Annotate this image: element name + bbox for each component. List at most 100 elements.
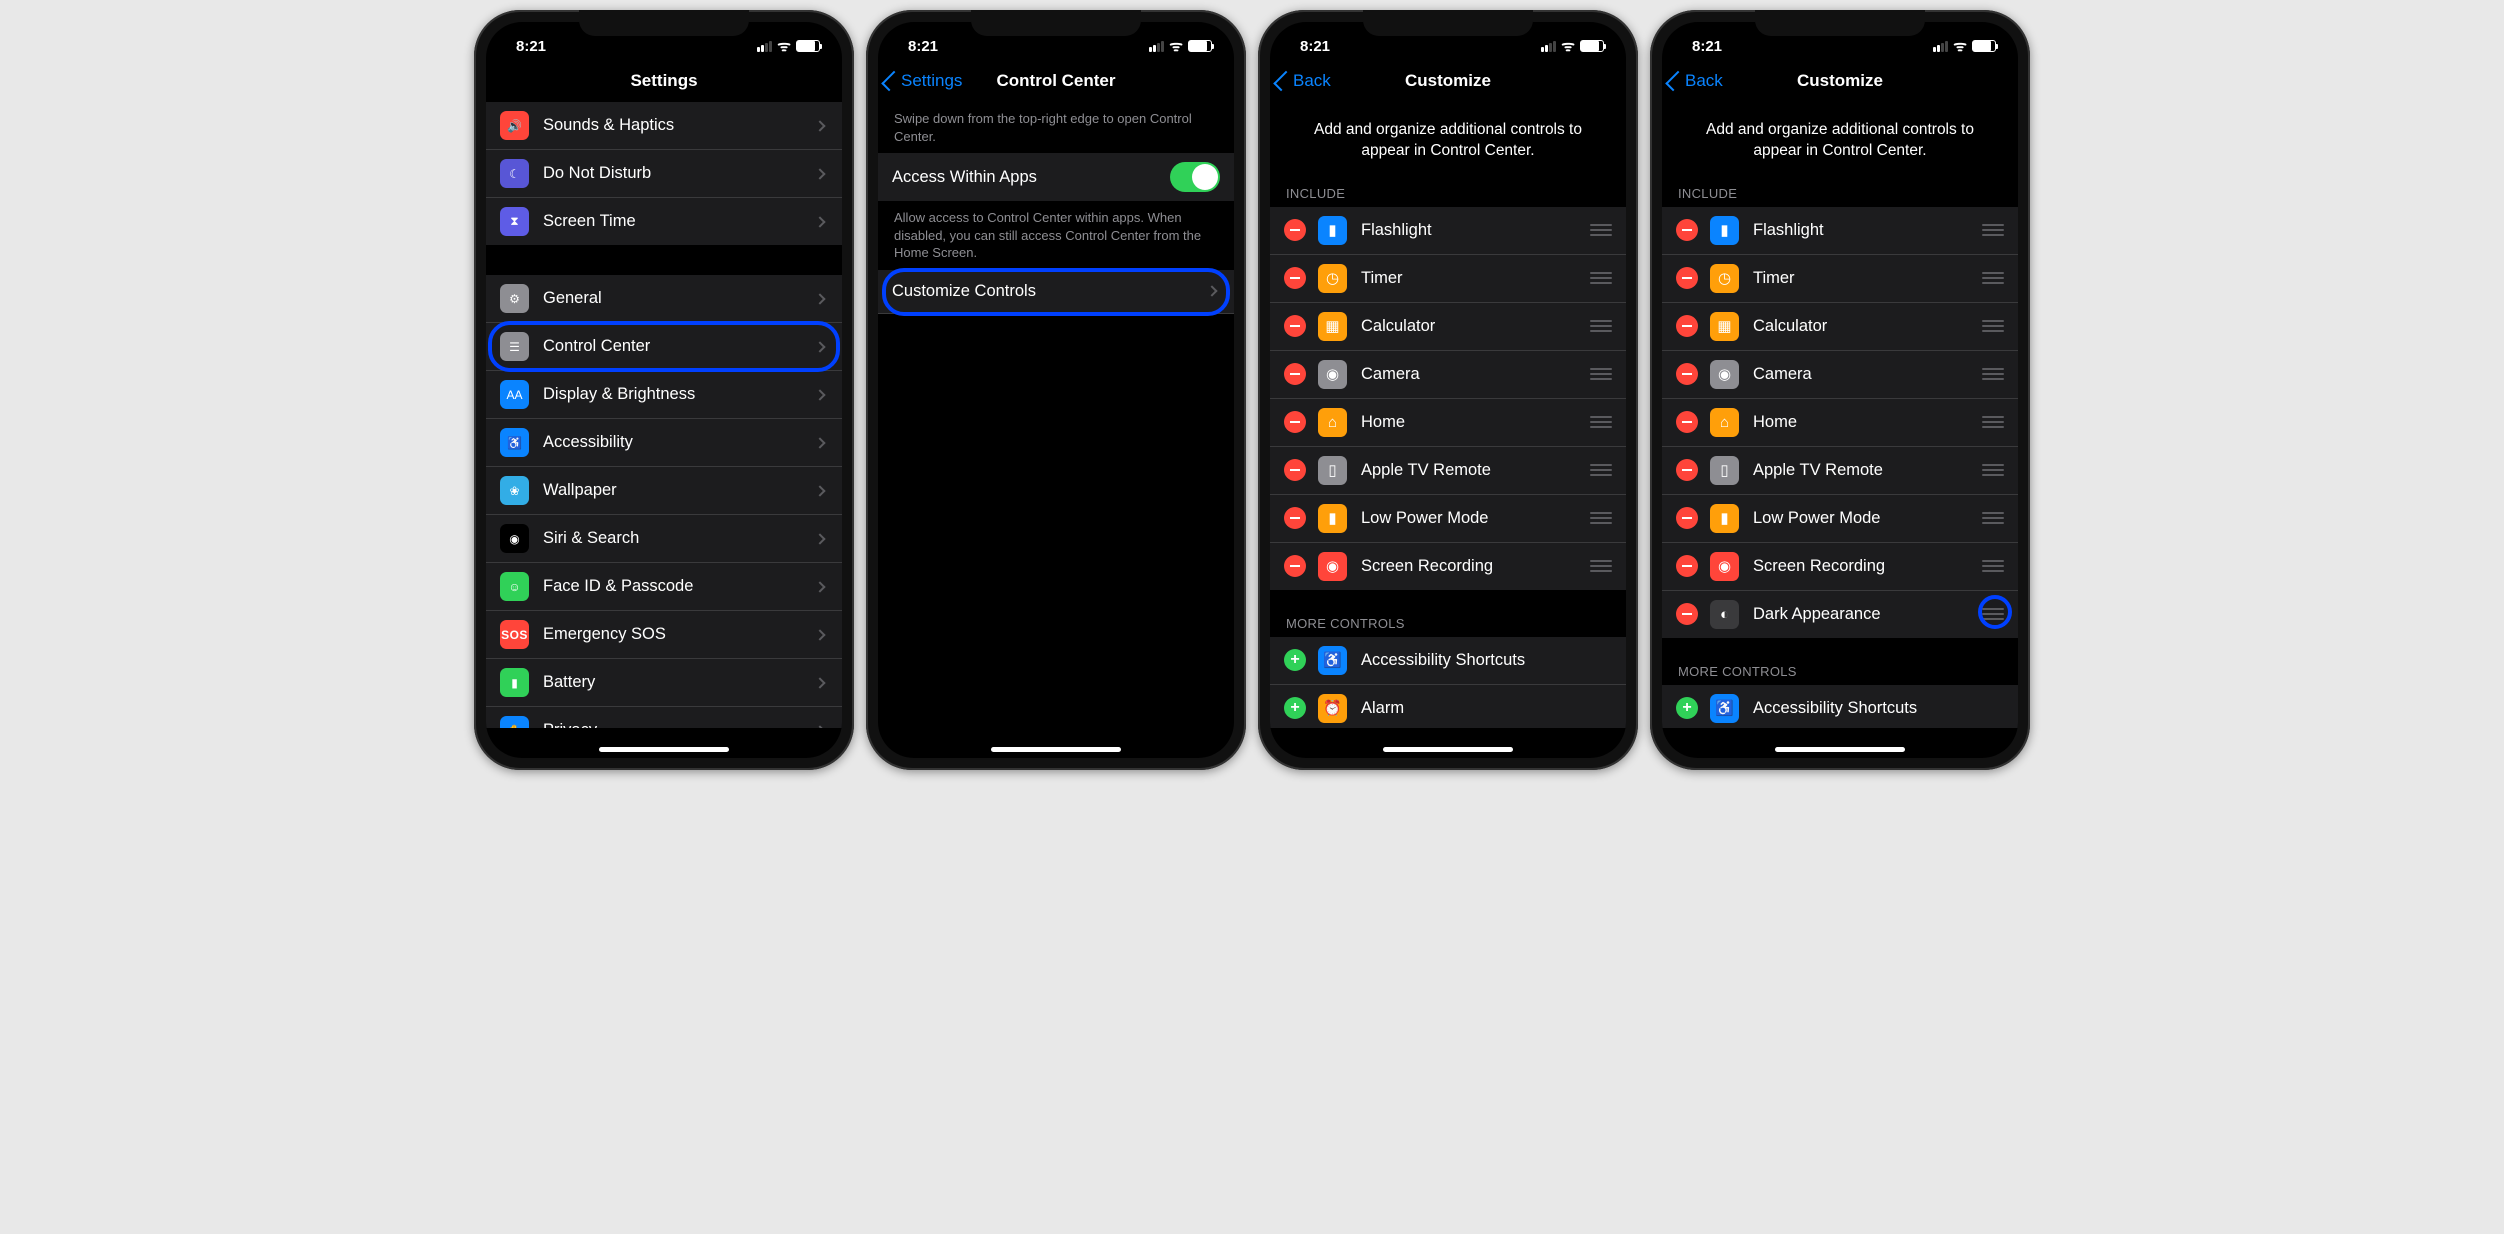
settings-row[interactable]: ☰ Control Center bbox=[486, 323, 842, 371]
include-row[interactable]: ▮ Flashlight bbox=[1270, 207, 1626, 255]
settings-row[interactable]: ◉ Siri & Search bbox=[486, 515, 842, 563]
access-within-apps-row[interactable]: Access Within Apps bbox=[878, 153, 1234, 201]
page-title: Control Center bbox=[997, 71, 1116, 91]
row-label: Low Power Mode bbox=[1361, 509, 1582, 528]
drag-handle-icon[interactable] bbox=[1982, 512, 2004, 524]
control-center-content[interactable]: Swipe down from the top-right edge to op… bbox=[878, 102, 1234, 728]
drag-handle-icon[interactable] bbox=[1982, 608, 2004, 620]
drag-handle-icon[interactable] bbox=[1982, 272, 2004, 284]
settings-row[interactable]: ❀ Wallpaper bbox=[486, 467, 842, 515]
customize-content[interactable]: Add and organize additional controls to … bbox=[1270, 102, 1626, 728]
include-row[interactable]: ▦ Calculator bbox=[1662, 303, 2018, 351]
nav-bar: Back Customize bbox=[1662, 62, 2018, 102]
drag-handle-icon[interactable] bbox=[1590, 320, 1612, 332]
include-row[interactable]: ⌂ Home bbox=[1270, 399, 1626, 447]
drag-handle-icon[interactable] bbox=[1982, 224, 2004, 236]
add-button[interactable] bbox=[1284, 697, 1306, 719]
remove-button[interactable] bbox=[1676, 507, 1698, 529]
settings-row[interactable]: ✋ Privacy bbox=[486, 707, 842, 728]
toggle-on[interactable] bbox=[1170, 162, 1220, 192]
row-label: Display & Brightness bbox=[543, 385, 816, 404]
row-label: Accessibility Shortcuts bbox=[1753, 699, 2004, 718]
signal-icon bbox=[757, 41, 772, 52]
remove-button[interactable] bbox=[1676, 603, 1698, 625]
include-row[interactable]: ▯ Apple TV Remote bbox=[1270, 447, 1626, 495]
nav-bar: Settings Control Center bbox=[878, 62, 1234, 102]
remove-button[interactable] bbox=[1676, 459, 1698, 481]
back-button[interactable]: Back bbox=[1670, 71, 1723, 91]
remove-button[interactable] bbox=[1676, 219, 1698, 241]
home-indicator[interactable] bbox=[599, 747, 729, 752]
include-row[interactable]: ◉ Screen Recording bbox=[1662, 543, 2018, 591]
include-row[interactable]: ◉ Camera bbox=[1270, 351, 1626, 399]
row-label: Control Center bbox=[543, 337, 816, 356]
settings-row[interactable]: 🔊 Sounds & Haptics bbox=[486, 102, 842, 150]
add-button[interactable] bbox=[1676, 697, 1698, 719]
home-indicator[interactable] bbox=[1383, 747, 1513, 752]
remove-button[interactable] bbox=[1284, 315, 1306, 337]
timer-icon: ◷ bbox=[1710, 264, 1739, 293]
remove-button[interactable] bbox=[1284, 459, 1306, 481]
customize-content[interactable]: Add and organize additional controls to … bbox=[1662, 102, 2018, 728]
settings-row[interactable]: ▮ Battery bbox=[486, 659, 842, 707]
include-row[interactable]: ◷ Timer bbox=[1270, 255, 1626, 303]
remove-button[interactable] bbox=[1284, 267, 1306, 289]
drag-handle-icon[interactable] bbox=[1590, 512, 1612, 524]
remove-button[interactable] bbox=[1676, 267, 1698, 289]
settings-row[interactable]: AA Display & Brightness bbox=[486, 371, 842, 419]
drag-handle-icon[interactable] bbox=[1982, 464, 2004, 476]
include-row[interactable]: ▮ Low Power Mode bbox=[1270, 495, 1626, 543]
settings-content[interactable]: 🔊 Sounds & Haptics ☾ Do Not Disturb ⧗ Sc… bbox=[486, 102, 842, 728]
drag-handle-icon[interactable] bbox=[1982, 560, 2004, 572]
back-button[interactable]: Back bbox=[1278, 71, 1331, 91]
settings-row[interactable]: ⧗ Screen Time bbox=[486, 198, 842, 245]
drag-handle-icon[interactable] bbox=[1590, 560, 1612, 572]
include-row[interactable]: ▮ Low Power Mode bbox=[1662, 495, 2018, 543]
remove-button[interactable] bbox=[1284, 411, 1306, 433]
remove-button[interactable] bbox=[1676, 315, 1698, 337]
settings-row[interactable]: ☾ Do Not Disturb bbox=[486, 150, 842, 198]
home-indicator[interactable] bbox=[1775, 747, 1905, 752]
drag-handle-icon[interactable] bbox=[1982, 416, 2004, 428]
home-indicator[interactable] bbox=[991, 747, 1121, 752]
intro-text: Add and organize additional controls to … bbox=[1662, 102, 2018, 180]
drag-handle-icon[interactable] bbox=[1590, 464, 1612, 476]
include-row[interactable]: ◷ Timer bbox=[1662, 255, 2018, 303]
remove-button[interactable] bbox=[1284, 555, 1306, 577]
row-label: Timer bbox=[1753, 269, 1974, 288]
remove-button[interactable] bbox=[1284, 363, 1306, 385]
more-row[interactable]: ⏰ Alarm bbox=[1270, 685, 1626, 728]
settings-row[interactable]: ⚙ General bbox=[486, 275, 842, 323]
remove-button[interactable] bbox=[1676, 411, 1698, 433]
drag-handle-icon[interactable] bbox=[1590, 272, 1612, 284]
include-row[interactable]: ◉ Screen Recording bbox=[1270, 543, 1626, 590]
drag-handle-icon[interactable] bbox=[1590, 368, 1612, 380]
more-row[interactable]: ♿ Accessibility Shortcuts bbox=[1270, 637, 1626, 685]
include-row[interactable]: ⌂ Home bbox=[1662, 399, 2018, 447]
include-row[interactable]: ◐ Dark Appearance bbox=[1662, 591, 2018, 638]
remove-button[interactable] bbox=[1284, 219, 1306, 241]
remove-button[interactable] bbox=[1284, 507, 1306, 529]
add-button[interactable] bbox=[1284, 649, 1306, 671]
row-label: Timer bbox=[1361, 269, 1582, 288]
back-button[interactable]: Settings bbox=[886, 71, 962, 91]
remove-button[interactable] bbox=[1676, 363, 1698, 385]
include-row[interactable]: ▮ Flashlight bbox=[1662, 207, 2018, 255]
settings-row[interactable]: ♿ Accessibility bbox=[486, 419, 842, 467]
drag-handle-icon[interactable] bbox=[1590, 416, 1612, 428]
drag-handle-icon[interactable] bbox=[1590, 224, 1612, 236]
hourglass-icon: ⧗ bbox=[500, 207, 529, 236]
settings-row[interactable]: ☺ Face ID & Passcode bbox=[486, 563, 842, 611]
drag-handle-icon[interactable] bbox=[1982, 320, 2004, 332]
include-row[interactable]: ◉ Camera bbox=[1662, 351, 2018, 399]
more-row[interactable]: ♿ Accessibility Shortcuts bbox=[1662, 685, 2018, 728]
remove-button[interactable] bbox=[1676, 555, 1698, 577]
include-row[interactable]: ▦ Calculator bbox=[1270, 303, 1626, 351]
row-label: Apple TV Remote bbox=[1361, 461, 1582, 480]
accessibility-icon: ♿ bbox=[1318, 646, 1347, 675]
include-row[interactable]: ▯ Apple TV Remote bbox=[1662, 447, 2018, 495]
chevron-left-icon bbox=[1665, 71, 1686, 92]
drag-handle-icon[interactable] bbox=[1982, 368, 2004, 380]
settings-row[interactable]: SOS Emergency SOS bbox=[486, 611, 842, 659]
customize-controls-row[interactable]: Customize Controls bbox=[878, 270, 1234, 314]
